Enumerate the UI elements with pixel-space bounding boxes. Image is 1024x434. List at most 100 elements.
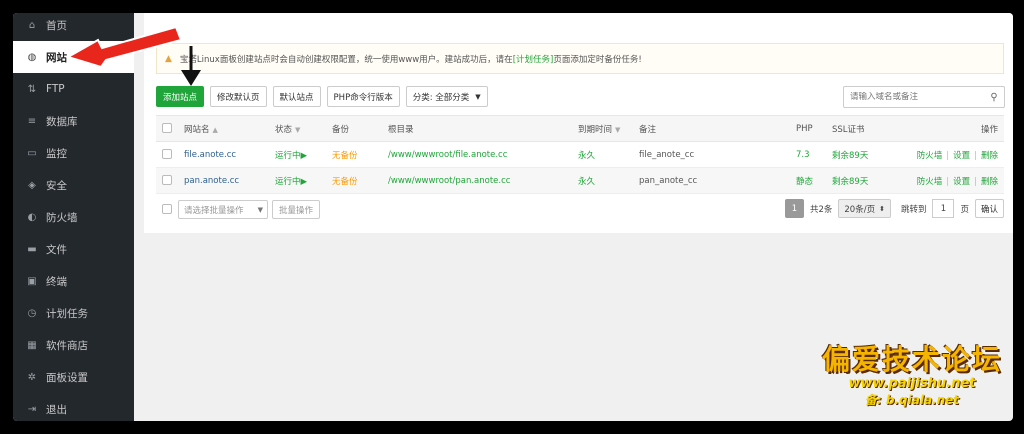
- sidebar-item-10[interactable]: ▦ 软件商店: [13, 329, 134, 361]
- goto-label: 跳转到: [900, 204, 927, 215]
- sidebar-item-1[interactable]: ◍ 网站: [13, 41, 134, 73]
- folder-icon: ▬: [27, 243, 37, 255]
- sidebar-item-0[interactable]: ⌂ 首页: [13, 13, 134, 41]
- home-icon: ⌂: [28, 19, 36, 31]
- sidebar-item-label: FTP: [46, 83, 65, 95]
- caret-down-icon: ▼: [257, 205, 263, 214]
- col-name[interactable]: 网站名 ▲: [184, 115, 275, 142]
- settings-link[interactable]: 设置: [953, 177, 970, 187]
- col-status[interactable]: 状态 ▼: [275, 115, 332, 142]
- terminal-icon: ▣: [27, 275, 37, 287]
- search-input[interactable]: [850, 92, 984, 102]
- sidebar-item-3[interactable]: ≡ 数据库: [13, 105, 134, 137]
- category-label: 分类: 全部分类: [412, 92, 470, 103]
- backup-link[interactable]: 无备份: [332, 167, 388, 194]
- site-name-link[interactable]: pan.anote.cc: [184, 167, 275, 194]
- select-all-checkbox[interactable]: [162, 123, 172, 134]
- batch-operation-select[interactable]: 请选择批量操作 ▼: [178, 200, 268, 219]
- batch-select-label: 请选择批量操作: [184, 205, 244, 216]
- edit-default-page-button[interactable]: 修改默认页: [210, 86, 267, 107]
- sidebar: ⌂ 首页 ◍ 网站 ⇅ FTP ≡ 数据库 ▭ 监控 ◈ 安全 ◐ 防火墙 ▬ 文件 ▣ 终端 ◷ 计划任务 ▦ 软件商店…: [13, 13, 134, 421]
- main-panel: ▲ 宝塔Linux面板创建站点时会自动创建权限配置，统一使用www用户。建站成功…: [144, 13, 1013, 233]
- status-toggle[interactable]: 运行中▶: [275, 141, 332, 168]
- sidebar-item-label: 首页: [46, 19, 67, 32]
- root-dir-link[interactable]: /www/wwwroot/file.anote.cc: [388, 141, 578, 168]
- search-icon[interactable]: ⚲: [984, 92, 1004, 103]
- warning-icon: ▲: [165, 53, 172, 64]
- forum-watermark: 偏爱技术论坛 www.paijishu.net 备: b.qiala.net: [822, 338, 1002, 408]
- col-ssl: SSL证书: [832, 115, 912, 142]
- page-unit: 页: [960, 204, 969, 215]
- pagination: 1 共2条 20条/页 ⬍ 跳转到 1 页 确认: [784, 199, 1004, 218]
- ssl-status-link[interactable]: 剩余89天: [832, 167, 912, 194]
- note-field[interactable]: file_anote_cc: [639, 141, 796, 168]
- col-backup: 备份: [332, 115, 388, 142]
- sidebar-item-11[interactable]: ✲ 面板设置: [13, 361, 134, 393]
- backup-link[interactable]: 无备份: [332, 141, 388, 168]
- cron-task-link[interactable]: [计划任务]: [513, 53, 554, 65]
- category-dropdown[interactable]: 分类: 全部分类 ▼: [405, 86, 488, 107]
- row-checkbox[interactable]: [162, 175, 172, 186]
- table-footer: 请选择批量操作 ▼ 批量操作 1 共2条 20条/页 ⬍ 跳转到 1 页 确认: [156, 199, 1004, 221]
- php-cli-version-button[interactable]: PHP命令行版本: [326, 86, 400, 107]
- expire-link[interactable]: 永久: [578, 141, 639, 168]
- default-site-button[interactable]: 默认站点: [272, 86, 321, 107]
- row-checkbox[interactable]: [162, 149, 172, 160]
- status-toggle[interactable]: 运行中▶: [275, 167, 332, 194]
- sidebar-item-12[interactable]: ⇥ 退出: [13, 393, 134, 421]
- sidebar-item-2[interactable]: ⇅ FTP: [13, 73, 134, 105]
- watermark-url: www.paijishu.net: [848, 376, 976, 391]
- row-actions: 防火墙 | 设置 | 删除: [912, 167, 1004, 194]
- sort-down-icon: ▼: [615, 125, 621, 134]
- sidebar-item-8[interactable]: ▣ 终端: [13, 265, 134, 297]
- toolbar: 添加站点 修改默认页 默认站点 PHP命令行版本 分类: 全部分类 ▼: [156, 86, 488, 108]
- sort-asc-icon: ▲: [212, 125, 218, 134]
- sort-down-icon: ▼: [295, 125, 301, 134]
- ftp-icon: ⇅: [27, 83, 37, 95]
- confirm-goto-button[interactable]: 确认: [974, 199, 1004, 218]
- page-size-select[interactable]: 20条/页 ⬍: [838, 199, 891, 218]
- goto-page-input[interactable]: 1: [932, 199, 955, 218]
- clock-icon: ◷: [27, 307, 37, 319]
- col-note: 备注: [639, 115, 796, 142]
- total-count: 共2条: [809, 204, 833, 215]
- sidebar-item-label: 网站: [46, 51, 67, 64]
- expire-link[interactable]: 永久: [578, 167, 639, 194]
- delete-link[interactable]: 删除: [981, 177, 998, 187]
- batch-operation-button[interactable]: 批量操作: [272, 200, 321, 219]
- apps-icon: ▦: [27, 339, 37, 351]
- database-icon: ≡: [27, 115, 37, 127]
- sidebar-item-label: 计划任务: [46, 307, 88, 320]
- col-expire[interactable]: 到期时间 ▼: [578, 115, 639, 142]
- sidebar-item-label: 安全: [46, 179, 67, 192]
- sidebar-item-6[interactable]: ◐ 防火墙: [13, 201, 134, 233]
- watermark-title: 偏爱技术论坛: [821, 343, 1002, 376]
- add-site-button[interactable]: 添加站点: [156, 86, 205, 107]
- sidebar-item-9[interactable]: ◷ 计划任务: [13, 297, 134, 329]
- search-box: ⚲: [843, 86, 1005, 108]
- row-actions: 防火墙 | 设置 | 删除: [912, 141, 1004, 168]
- footer-select-all-checkbox[interactable]: [162, 204, 172, 214]
- firewall-link[interactable]: 防火墙: [917, 151, 943, 161]
- sidebar-item-5[interactable]: ◈ 安全: [13, 169, 134, 201]
- settings-link[interactable]: 设置: [953, 151, 970, 161]
- caret-down-icon: ▼: [475, 92, 481, 101]
- monitor-icon: ▭: [27, 147, 37, 159]
- ssl-status-link[interactable]: 剩余89天: [832, 141, 912, 168]
- sidebar-item-4[interactable]: ▭ 监控: [13, 137, 134, 169]
- root-dir-link[interactable]: /www/wwwroot/pan.anote.cc: [388, 167, 578, 194]
- note-field[interactable]: pan_anote_cc: [639, 167, 796, 194]
- site-name-link[interactable]: file.anote.cc: [184, 141, 275, 168]
- sidebar-item-label: 软件商店: [46, 339, 88, 352]
- sidebar-item-7[interactable]: ▬ 文件: [13, 233, 134, 265]
- current-page[interactable]: 1: [784, 199, 804, 218]
- firewall-link[interactable]: 防火墙: [917, 177, 943, 187]
- delete-link[interactable]: 删除: [981, 151, 998, 161]
- php-version-link[interactable]: 静态: [796, 167, 832, 194]
- firewall-icon: ◐: [27, 211, 37, 223]
- sidebar-item-label: 防火墙: [46, 211, 78, 224]
- logout-icon: ⇥: [27, 403, 37, 415]
- col-php: PHP: [796, 115, 832, 142]
- php-version-link[interactable]: 7.3: [796, 141, 832, 168]
- page-size-label: 20条/页: [844, 204, 876, 215]
